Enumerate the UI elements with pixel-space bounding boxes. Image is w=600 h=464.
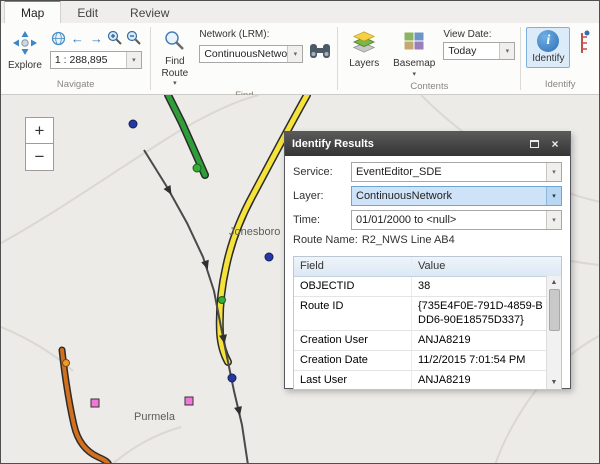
route-name: Route Name: R2_NWS Line AB4 bbox=[293, 234, 562, 252]
chevron-down-icon: ▾ bbox=[546, 211, 561, 229]
identify-route-icon[interactable] bbox=[576, 27, 590, 61]
zoom-in-icon[interactable] bbox=[107, 30, 124, 47]
vertex-pink bbox=[91, 399, 99, 407]
magnifier-icon bbox=[164, 30, 186, 55]
explore-button[interactable]: Explore bbox=[6, 27, 44, 75]
ribbon-group-navigate: Explore ← → bbox=[1, 23, 150, 94]
map-zoom-out-button[interactable]: − bbox=[25, 144, 54, 171]
basemap-button[interactable]: Basemap ▾ bbox=[391, 27, 437, 81]
chevron-down-icon: ▾ bbox=[546, 187, 561, 205]
identify-icon: i bbox=[537, 30, 559, 52]
table-header-row: Field Value bbox=[294, 257, 561, 277]
attributes-table: Field Value OBJECTID 38 Route ID {735E4F… bbox=[293, 256, 562, 390]
layers-icon bbox=[351, 30, 377, 57]
previous-extent-icon[interactable]: ← bbox=[69, 30, 86, 47]
chevron-down-icon: ▾ bbox=[546, 163, 561, 181]
vertex-orange bbox=[63, 360, 70, 367]
chevron-down-icon: ▾ bbox=[499, 43, 514, 59]
view-date-label: View Date: bbox=[443, 29, 515, 40]
layers-button[interactable]: Layers bbox=[343, 27, 385, 73]
close-button[interactable]: × bbox=[547, 137, 563, 151]
layer-dropdown[interactable]: ContinuousNetwork ▾ bbox=[351, 186, 562, 206]
event-editor-window: Map Edit Review Explor bbox=[0, 0, 600, 464]
table-row[interactable]: Creation Date 11/2/2015 7:01:54 PM bbox=[294, 351, 561, 371]
maximize-icon bbox=[530, 140, 539, 148]
service-label: Service: bbox=[293, 166, 351, 178]
panel-title: Identify Results bbox=[292, 138, 374, 150]
next-extent-icon[interactable]: → bbox=[88, 30, 105, 47]
network-lrm-label: Network (LRM): bbox=[199, 29, 332, 40]
explore-icon bbox=[12, 30, 38, 59]
vertex-blue bbox=[129, 120, 137, 128]
map-zoom-control: + − bbox=[25, 117, 54, 171]
ribbon-group-contents: Layers Basemap ▾ View Date bbox=[338, 23, 520, 94]
service-dropdown[interactable]: EventEditor_SDE ▾ bbox=[351, 162, 562, 182]
table-row[interactable]: Route ID {735E4F0E-791D-4859-BDD6-90E185… bbox=[294, 297, 561, 330]
place-label-purmela: Purmela bbox=[134, 411, 175, 423]
ribbon-group-identify: i Identify Identify bbox=[521, 23, 599, 94]
ribbon: Explore ← → bbox=[1, 23, 599, 95]
maximize-button[interactable] bbox=[526, 137, 542, 151]
view-date-dropdown[interactable]: Today ▾ bbox=[443, 42, 515, 60]
chevron-down-icon: ▾ bbox=[412, 71, 416, 78]
basemap-icon bbox=[402, 30, 426, 57]
chevron-down-icon: ▾ bbox=[173, 80, 177, 87]
zoom-out-icon[interactable] bbox=[126, 30, 143, 47]
vertex-blue bbox=[265, 253, 273, 261]
vertex-blue bbox=[228, 374, 236, 382]
tab-map[interactable]: Map bbox=[4, 0, 61, 23]
scale-dropdown[interactable]: 1 : 288,895 ▾ bbox=[50, 51, 142, 69]
panel-titlebar[interactable]: Identify Results × bbox=[285, 132, 570, 156]
chevron-down-icon: ▾ bbox=[126, 52, 141, 68]
panel-body: Service: EventEditor_SDE ▾ Layer: Contin… bbox=[285, 156, 570, 394]
scroll-down-icon[interactable]: ▼ bbox=[547, 376, 561, 389]
identify-results-panel: Identify Results × Service: EventEditor_… bbox=[284, 131, 571, 389]
group-label-identify: Identify bbox=[521, 79, 599, 94]
network-dropdown[interactable]: ContinuousNetwork ▾ bbox=[199, 45, 303, 63]
vertex-pink bbox=[185, 397, 193, 405]
binoculars-icon[interactable] bbox=[308, 42, 332, 65]
table-row[interactable]: Creation User ANJA8219 bbox=[294, 331, 561, 351]
ribbon-group-find: Find Route ▾ Network (LRM): ContinuousNe… bbox=[151, 23, 337, 94]
scroll-up-icon[interactable]: ▲ bbox=[547, 276, 561, 289]
identify-button[interactable]: i Identify bbox=[526, 27, 570, 68]
close-icon: × bbox=[551, 137, 558, 151]
find-route-button[interactable]: Find Route ▾ bbox=[156, 27, 193, 90]
table-row[interactable]: OBJECTID 38 bbox=[294, 277, 561, 297]
vertex-green bbox=[193, 164, 201, 172]
map-zoom-in-button[interactable]: + bbox=[25, 117, 54, 144]
full-extent-icon[interactable] bbox=[50, 30, 67, 47]
group-label-contents: Contents bbox=[338, 81, 520, 95]
map-canvas[interactable]: + − Jonesboro Purmela Identify Results ×… bbox=[1, 95, 599, 463]
column-header-field: Field bbox=[294, 257, 412, 276]
place-label-jonesboro: Jonesboro bbox=[229, 226, 280, 238]
group-label-navigate: Navigate bbox=[1, 79, 150, 94]
vertex-green bbox=[219, 297, 226, 304]
tab-review[interactable]: Review bbox=[114, 2, 185, 23]
table-scrollbar[interactable]: ▲ ▼ bbox=[546, 276, 561, 389]
ribbon-tab-bar: Map Edit Review bbox=[1, 1, 599, 23]
column-header-value: Value bbox=[412, 257, 561, 276]
tab-edit[interactable]: Edit bbox=[61, 2, 114, 23]
scrollbar-thumb[interactable] bbox=[549, 289, 560, 331]
time-dropdown[interactable]: 01/01/2000 to <null> ▾ bbox=[351, 210, 562, 230]
layer-label: Layer: bbox=[293, 190, 351, 202]
chevron-down-icon: ▾ bbox=[287, 46, 302, 62]
time-label: Time: bbox=[293, 214, 351, 226]
table-row[interactable]: Last User ANJA8219 bbox=[294, 371, 561, 390]
